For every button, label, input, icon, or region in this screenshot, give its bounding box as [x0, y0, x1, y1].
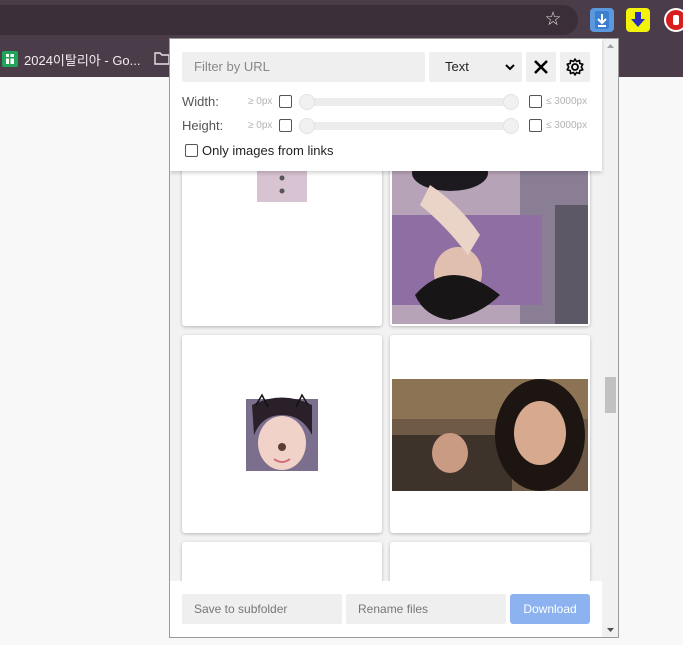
sheets-icon — [2, 51, 18, 67]
address-bar[interactable] — [0, 5, 578, 35]
height-max-handle[interactable] — [503, 118, 519, 134]
gear-icon — [566, 58, 584, 76]
width-label: Width: — [182, 94, 219, 109]
close-icon — [534, 60, 548, 74]
width-max-handle[interactable] — [503, 94, 519, 110]
filter-type-value: Text — [445, 59, 469, 74]
folder-icon[interactable] — [154, 51, 170, 65]
width-max-checkbox[interactable] — [529, 95, 542, 108]
filter-type-select[interactable]: Text — [429, 52, 522, 82]
bookmark-label: 2024이탈리아 - Go... — [24, 52, 141, 68]
rename-files-input[interactable]: Rename files — [346, 594, 506, 624]
settings-button[interactable] — [560, 52, 590, 82]
image-card[interactable] — [182, 145, 382, 326]
filter-panel: Filter by URL Text Width: ≥ 0px ≤ 3000px… — [170, 39, 602, 171]
height-min-label: ≥ 0px — [248, 120, 273, 131]
image-thumbnail — [392, 379, 588, 491]
height-slider[interactable] — [299, 118, 519, 134]
image-card[interactable] — [182, 335, 382, 533]
star-icon[interactable]: ☆ — [542, 8, 564, 32]
chevron-down-icon — [505, 64, 515, 71]
image-card[interactable] — [390, 335, 590, 533]
only-links-label: Only images from links — [202, 143, 334, 158]
height-label: Height: — [182, 118, 224, 133]
bookmark-item[interactable]: 2024이탈리아 - Go... — [2, 50, 141, 68]
image-thumbnail — [257, 145, 307, 202]
height-min-handle[interactable] — [299, 118, 315, 134]
url-filter-input[interactable]: Filter by URL — [182, 52, 425, 82]
width-min-handle[interactable] — [299, 94, 315, 110]
download-button[interactable]: Download — [510, 594, 590, 624]
clear-filter-button[interactable] — [526, 52, 556, 82]
width-min-checkbox[interactable] — [279, 95, 292, 108]
height-max-label: ≤ 3000px — [546, 120, 588, 131]
red-hand-extension-icon[interactable] — [664, 8, 683, 32]
height-min-checkbox[interactable] — [279, 119, 292, 132]
only-links-checkbox[interactable] — [185, 144, 198, 157]
scrollbar-thumb[interactable] — [605, 377, 616, 413]
yellow-download-extension-icon[interactable] — [626, 8, 650, 32]
image-card[interactable] — [390, 145, 590, 326]
height-max-checkbox[interactable] — [529, 119, 542, 132]
width-max-label: ≤ 3000px — [546, 96, 588, 107]
subfolder-input[interactable]: Save to subfolder — [182, 594, 342, 624]
only-links-option[interactable]: Only images from links — [185, 143, 333, 158]
image-thumbnail — [392, 145, 588, 324]
image-downloader-popup: Filter by URL Text Width: ≥ 0px ≤ 3000px… — [169, 38, 619, 638]
width-slider[interactable] — [299, 94, 519, 110]
download-extension-icon[interactable] — [590, 8, 614, 32]
download-footer: Save to subfolder Rename files Download — [170, 581, 602, 637]
popup-scrollbar[interactable] — [602, 39, 618, 637]
image-thumbnail — [246, 393, 318, 471]
browser-toolbar: ☆ — [0, 0, 683, 40]
width-min-label: ≥ 0px — [248, 96, 273, 107]
